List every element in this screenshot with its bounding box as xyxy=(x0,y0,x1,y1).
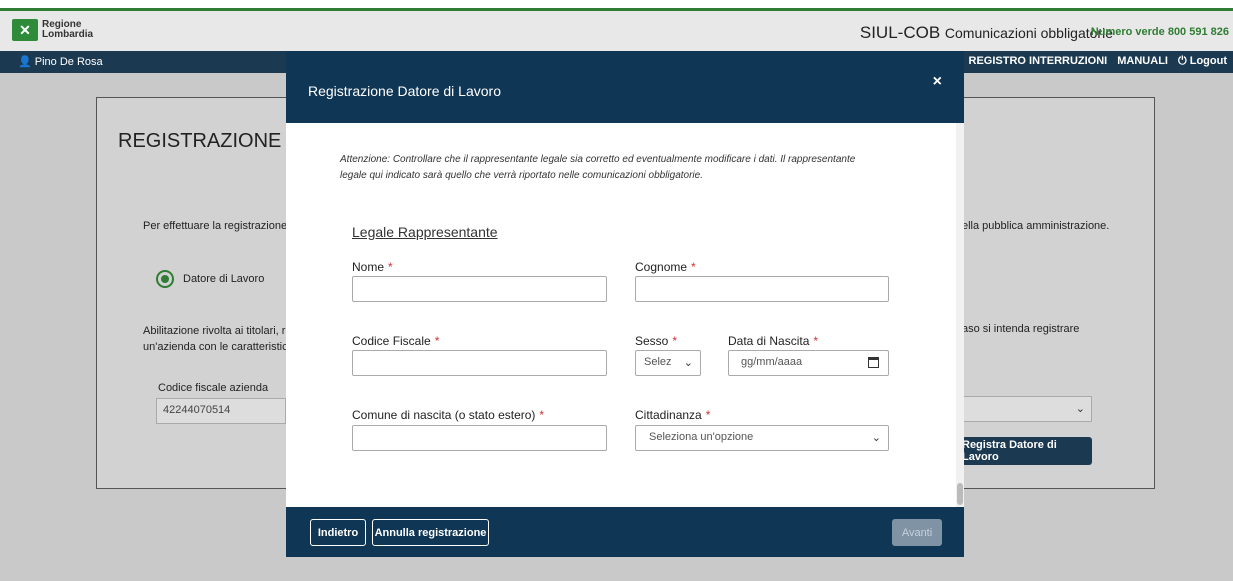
register-employer-button[interactable]: Registra Datore di Lavoro xyxy=(962,437,1092,465)
intro-text: Per effettuare la registrazione d xyxy=(143,220,286,232)
region-logo: ✕ Regione Lombardia xyxy=(12,19,93,41)
user-icon: 👤 xyxy=(18,56,32,68)
modal-footer: Indietro Annulla registrazione Avanti xyxy=(286,507,964,557)
chevron-down-icon: ⌄ xyxy=(1075,403,1085,415)
cancel-registration-button[interactable]: Annulla registrazione xyxy=(372,519,489,546)
chevron-down-icon: ⌄ xyxy=(683,357,693,369)
comune-label: Comune di nascita (o stato estero) * xyxy=(352,408,545,422)
next-button[interactable]: Avanti xyxy=(892,519,942,546)
comune-field[interactable] xyxy=(352,425,607,451)
sesso-select[interactable]: Selez ⌄ xyxy=(635,350,701,376)
radio-label-datore: Datore di Lavoro xyxy=(183,273,265,285)
calendar-icon[interactable] xyxy=(868,357,879,368)
cittadinanza-label: Cittadinanza * xyxy=(635,408,711,422)
nav-link-manuali[interactable]: MANUALI xyxy=(1117,55,1168,68)
region-logo-icon: ✕ xyxy=(12,19,38,41)
attention-notice: Attenzione: Controllare che il rappresen… xyxy=(340,154,856,181)
user-menu[interactable]: 👤 Pino De Rosa xyxy=(18,55,103,68)
nome-label: Nome * xyxy=(352,260,393,274)
codice-fiscale-label: Codice Fiscale * xyxy=(352,334,440,348)
toll-free-number: Numero verde 800 591 826 xyxy=(1090,26,1229,38)
background-select[interactable]: ⌄ xyxy=(962,396,1092,422)
power-icon: ⏻ xyxy=(1177,55,1187,67)
cittadinanza-select[interactable]: Seleziona un'opzione ⌄ xyxy=(635,425,889,451)
codice-fiscale-field[interactable] xyxy=(352,350,607,376)
cognome-field[interactable] xyxy=(635,276,889,302)
app-title: SIUL-COB Comunicazioni obbligatorie xyxy=(860,23,1113,43)
back-button[interactable]: Indietro xyxy=(310,519,366,546)
logout-link[interactable]: ⏻ Logout xyxy=(1178,55,1227,68)
cf-azienda-label: Codice fiscale azienda xyxy=(158,382,269,394)
page-title: REGISTRAZIONE UTENTE xyxy=(118,130,286,152)
nav-link-registro-interruzioni[interactable]: REGISTRO INTERRUZIONI xyxy=(969,55,1108,68)
user-name: Pino De Rosa xyxy=(34,56,103,68)
close-icon[interactable]: × xyxy=(933,73,942,91)
data-nascita-label: Data di Nascita * xyxy=(728,334,819,348)
app-header: ✕ Regione Lombardia SIUL-COB Comunicazio… xyxy=(0,11,1233,51)
logo-text-line2: Lombardia xyxy=(42,29,94,40)
modal-scrollbar[interactable] xyxy=(956,123,964,507)
sesso-label: Sesso * xyxy=(635,334,678,348)
modal-title: Registrazione Datore di Lavoro xyxy=(308,83,501,99)
intro-text-right: ella pubblica amministrazione. xyxy=(962,220,1110,232)
radio-datore-di-lavoro[interactable] xyxy=(156,270,174,288)
section-title-legale: Legale Rappresentante xyxy=(352,224,498,240)
cognome-label: Cognome * xyxy=(635,260,696,274)
modal-header: Registrazione Datore di Lavoro × xyxy=(286,51,964,123)
scrollbar-thumb[interactable] xyxy=(957,483,963,505)
app-title-main: SIUL-COB xyxy=(859,23,941,42)
app-title-sub: Comunicazioni obbligatorie xyxy=(944,25,1113,41)
nome-field[interactable] xyxy=(352,276,607,302)
cf-azienda-field[interactable]: 42244070514 xyxy=(156,398,286,424)
registration-modal: Registrazione Datore di Lavoro × Attenzi… xyxy=(286,51,964,557)
data-nascita-field[interactable]: gg/mm/aaaa xyxy=(728,350,889,376)
abilitazione-text-right: aso si intenda registrare xyxy=(962,323,1080,335)
abilitazione-text: Abilitazione rivolta ai titolari, rap un… xyxy=(143,325,286,353)
chevron-down-icon: ⌄ xyxy=(871,432,881,444)
